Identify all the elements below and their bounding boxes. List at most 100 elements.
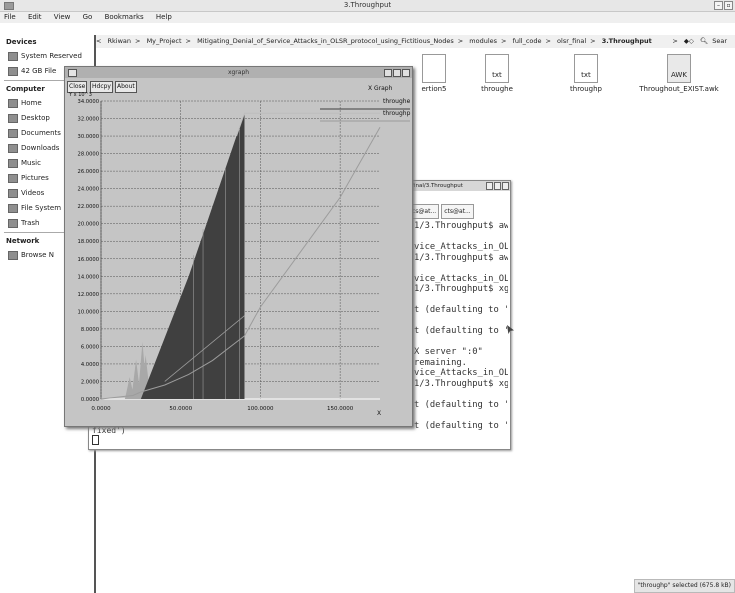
breadcrumb-item[interactable]: Rkiwan [108,37,132,45]
text-file-icon: txt [574,54,598,83]
y-tick-label: 28.0000 [78,152,99,158]
file-system-icon [8,203,18,213]
documents-icon [8,128,18,138]
x-tick-label: 150.0000 [327,406,354,412]
file-item[interactable]: AWK Throughout_EXIST.awk [636,54,722,93]
y-tick-label: 20.0000 [78,222,99,228]
y-tick-label: 34.0000 [78,99,99,105]
menu-edit[interactable]: Edit [28,13,42,21]
maximize-icon[interactable] [494,182,501,190]
y-tick-label: 26.0000 [78,169,99,175]
y-tick-label: 4.0000 [81,362,99,368]
sidebar-header-devices: Devices [6,38,37,46]
series-throughe-line [236,112,380,137]
menu-bookmarks[interactable]: Bookmarks [105,13,144,21]
close-icon[interactable] [502,182,509,190]
file-item[interactable]: txt throughp [551,54,621,93]
y-tick-label: 10.0000 [78,309,99,315]
text-file-icon: txt [485,54,509,83]
breadcrumb-current[interactable]: 3.Throughput [602,37,652,45]
y-tick-label: 32.0000 [78,117,99,123]
file-name: Throughout_EXIST.awk [639,85,719,93]
file-name: throughe [481,85,513,93]
series-throughe-area [140,113,245,400]
terminal-title: final/3.Throughput [412,181,510,191]
breadcrumb-item[interactable]: Mitigating_Denial_of_Service_Attacks_in_… [197,37,454,45]
window-title: 3.Throughput [343,1,392,9]
xgraph-plot: 0.0000 2.0000 4.0000 6.0000 8.0000 10.0000 12.… [78,99,410,412]
y-tick-label: 24.0000 [78,187,99,193]
drive-icon [8,66,18,76]
breadcrumb: < Rkiwan > My_Project > Mitigating_Denial_… [96,35,735,48]
menu-file[interactable]: File [4,13,16,21]
breadcrumb-item[interactable]: My_Project [147,37,182,45]
nav-forward-icon[interactable]: > [672,37,677,45]
terminal-line: t (defaulting to ' [414,326,508,336]
xgraph-window[interactable]: xgraph Close Hdcpy About X Graph Y x 10^… [64,66,413,427]
network-icon [8,250,18,260]
minimize-icon[interactable] [486,182,493,190]
x-tick-label: 100.0000 [247,406,274,412]
y-tick-label: 18.0000 [78,239,99,245]
terminal-tail: fixed') [92,426,126,445]
terminal-line: remaining. [414,357,467,368]
terminal-tabs: cs@at... cts@at... [409,204,508,219]
terminal-line: X server ":0" [414,347,483,357]
x-tick-label: 0.0000 [91,406,111,412]
breadcrumb-item[interactable]: olsr_final [557,37,586,45]
y-tick-label: 8.0000 [81,327,99,333]
menu-view[interactable]: View [54,13,71,21]
terminal-tab[interactable]: cs@at... [409,204,440,219]
terminal-line: 1/3.Throughput$ xg [414,378,508,389]
status-bar: "throughp" selected (675.8 kB) [633,579,735,593]
search-icon[interactable]: 🔍︎ [700,37,708,45]
search-label[interactable]: Sear [712,37,727,45]
y-tick-label: 14.0000 [78,274,99,280]
pictures-icon [8,173,18,183]
terminal-line: 1/3.Throughput$ aw [414,221,508,231]
menu-go[interactable]: Go [83,13,93,21]
menu-bar: File Edit View Go Bookmarks Help [0,12,735,23]
history-icon[interactable]: ◆◇ [684,37,694,45]
y-tick-label: 22.0000 [78,204,99,210]
text-cursor [92,435,99,445]
terminal-line: t (defaulting to ' [414,305,508,315]
file-name: throughp [570,85,602,93]
y-tick-label: 6.0000 [81,344,99,350]
y-tick-label: 30.0000 [78,134,99,140]
window-titlebar: 3.Throughput – ▫ [0,0,735,12]
menu-help[interactable]: Help [156,13,172,21]
minimize-icon[interactable]: – [714,1,723,10]
downloads-icon [8,143,18,153]
breadcrumb-item[interactable]: full_code [513,37,542,45]
y-tick-label: 0.0000 [81,397,99,403]
awk-file-icon: AWK [667,54,691,83]
terminal-tab[interactable]: cts@at... [441,204,474,219]
sidebar-item-system-reserved[interactable]: System Reserved [0,49,94,64]
file-item[interactable]: txt throughe [462,54,532,93]
terminal-line: t (defaulting to ' [414,420,508,431]
document-icon [422,54,446,83]
drive-icon [8,51,18,61]
videos-icon [8,188,18,198]
trash-icon [8,218,18,228]
terminal-line: vice_Attacks_in_OL [414,273,508,284]
maximize-icon[interactable]: ▫ [724,1,733,10]
music-icon [8,158,18,168]
y-tick-label: 16.0000 [78,257,99,263]
terminal-output: 1/3.Throughput$ aw vice_Attacks_in_OL 1/3.… [414,221,508,431]
terminal-line: vice_Attacks_in_OL [414,368,508,378]
back-arrow-icon[interactable]: < [96,37,101,45]
breadcrumb-item[interactable]: modules [469,37,497,45]
terminal-line: t (defaulting to ' [414,399,508,410]
nav-controls: > ◆◇ 🔍︎ Sear [668,35,731,48]
terminal-line: vice_Attacks_in_OL [414,242,508,252]
desktop-icon [8,113,18,123]
